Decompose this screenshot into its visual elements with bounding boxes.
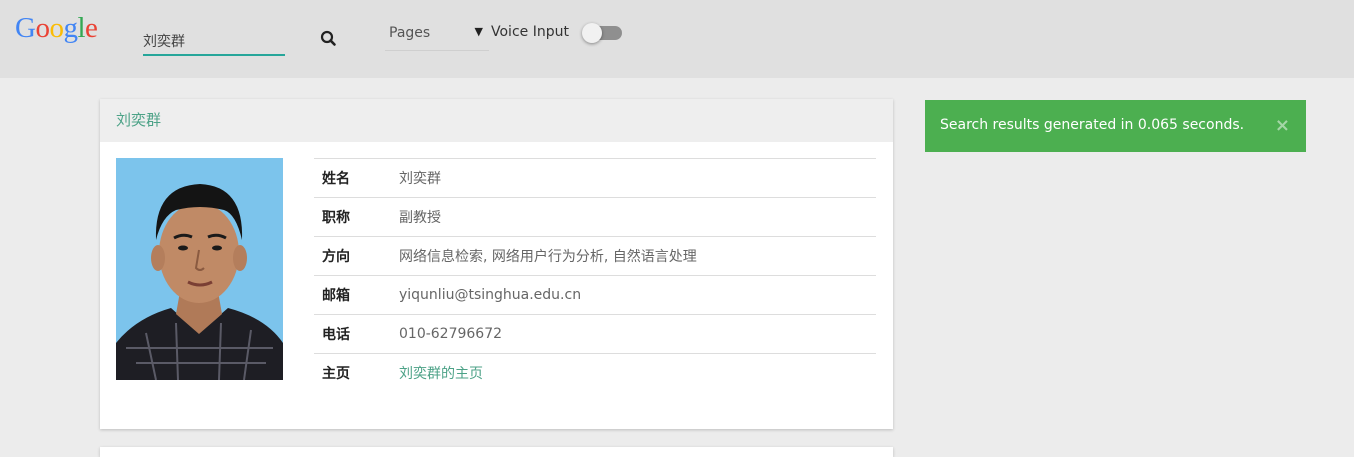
- close-icon[interactable]: ×: [1275, 115, 1290, 136]
- table-row: 邮箱 yiqunliu@tsinghua.edu.cn: [314, 275, 876, 315]
- info-table: 姓名 刘奕群 职称 副教授 方向 网络信息检索, 网络用户行为分析, 自然语言处…: [314, 158, 876, 392]
- search-time-toast: Search results generated in 0.065 second…: [925, 100, 1306, 152]
- card-title[interactable]: 刘奕群: [116, 99, 161, 142]
- row-value: 副教授: [399, 197, 876, 237]
- voice-input-toggle[interactable]: [582, 23, 622, 43]
- logo-letter-5: l: [77, 12, 86, 44]
- select-value: Pages: [389, 25, 431, 41]
- logo-letter-2: o: [35, 12, 50, 44]
- row-value: 010-62796672: [399, 314, 876, 354]
- row-label: 方向: [314, 236, 399, 276]
- result-card: 刘奕群 姓名 刘奕群 职称 副教授 方向 网络信息检索, 网络用户行为分析, 自…: [100, 99, 893, 429]
- search-type-select[interactable]: Pages ▼: [385, 20, 489, 51]
- table-row: 姓名 刘奕群: [314, 158, 876, 198]
- row-value: 网络信息检索, 网络用户行为分析, 自然语言处理: [399, 236, 876, 276]
- table-row: 主页 刘奕群的主页: [314, 353, 876, 392]
- top-bar: Google Pages ▼ Voice Input: [0, 0, 1354, 78]
- row-label: 主页: [314, 353, 399, 392]
- homepage-link[interactable]: 刘奕群的主页: [399, 366, 483, 382]
- caret-down-icon: ▼: [474, 25, 483, 38]
- logo-letter-6: e: [85, 12, 98, 44]
- voice-input-label: Voice Input: [491, 24, 569, 40]
- card-header: 刘奕群: [100, 99, 893, 142]
- google-logo[interactable]: Google: [15, 12, 98, 45]
- toast-message: Search results generated in 0.065 second…: [940, 117, 1245, 133]
- row-value-cell: 刘奕群的主页: [399, 353, 876, 392]
- toggle-knob: [582, 23, 602, 43]
- logo-letter-4: g: [63, 12, 78, 44]
- logo-letter-1: G: [15, 12, 36, 44]
- row-value: yiqunliu@tsinghua.edu.cn: [399, 275, 876, 315]
- row-label: 职称: [314, 197, 399, 237]
- next-result-card: [100, 447, 893, 457]
- table-row: 电话 010-62796672: [314, 314, 876, 354]
- search-input[interactable]: [143, 22, 285, 56]
- table-row: 职称 副教授: [314, 197, 876, 237]
- profile-photo: [116, 158, 283, 380]
- row-label: 姓名: [314, 158, 399, 198]
- row-label: 邮箱: [314, 275, 399, 315]
- row-label: 电话: [314, 314, 399, 354]
- logo-letter-3: o: [49, 12, 64, 44]
- search-icon: [320, 30, 336, 46]
- row-value: 刘奕群: [399, 158, 876, 198]
- search-button[interactable]: [318, 28, 340, 50]
- table-row: 方向 网络信息检索, 网络用户行为分析, 自然语言处理: [314, 236, 876, 276]
